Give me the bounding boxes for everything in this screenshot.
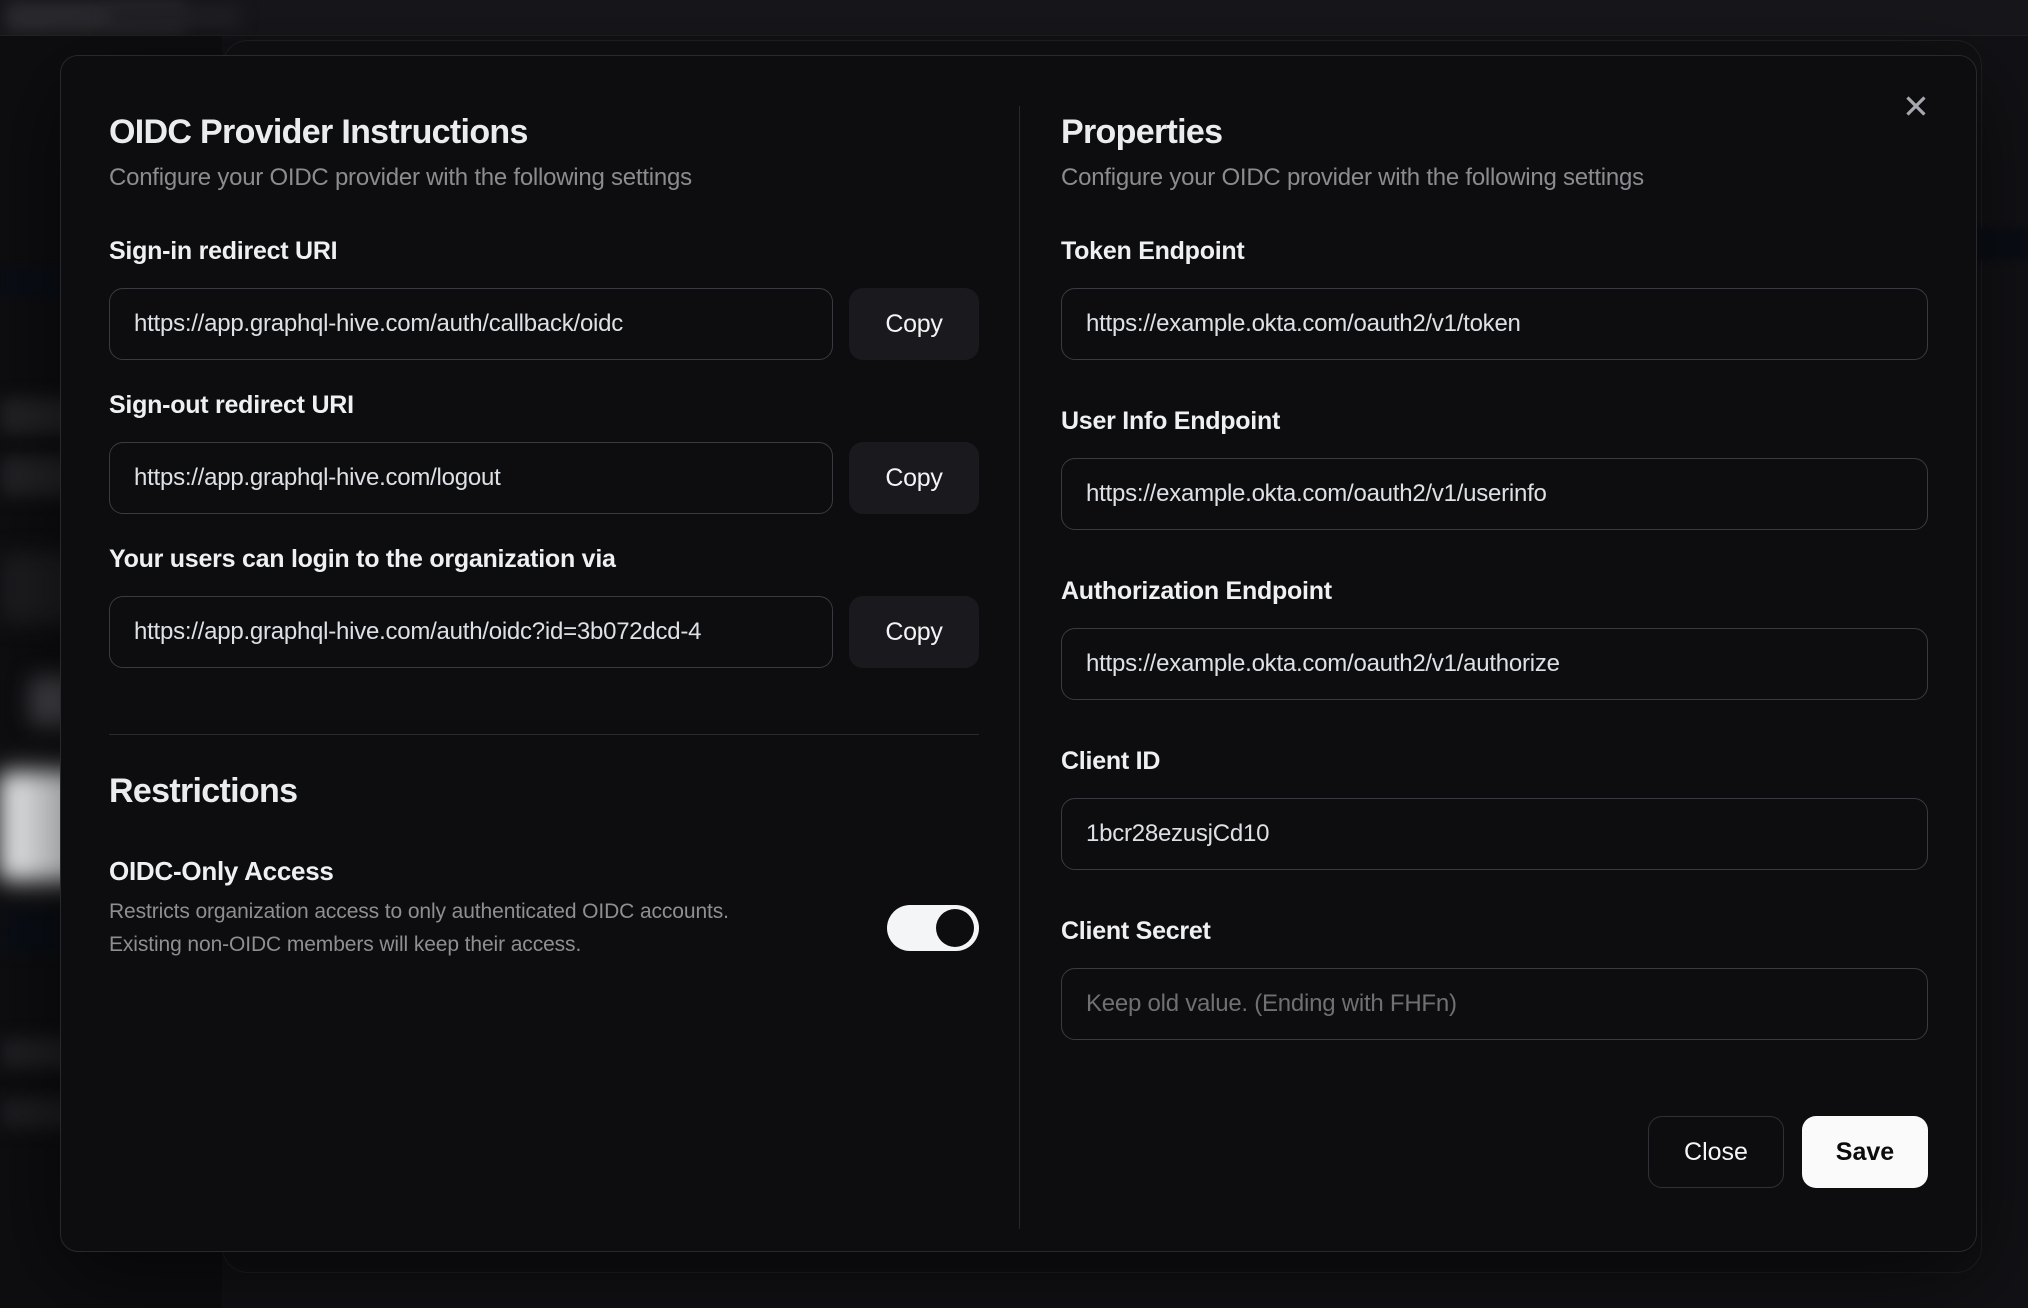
oidc-only-access-label: OIDC-Only Access [109,856,334,886]
oidc-only-access-description: Restricts organization access to only au… [109,900,729,956]
client-id-input[interactable] [1061,798,1928,870]
user-info-endpoint-field: User Info Endpoint [1061,406,1928,530]
toggle-thumb [936,909,974,947]
login-url-label: Your users can login to the organization… [109,545,616,573]
left-panel-subtitle: Configure your OIDC provider with the fo… [109,164,692,191]
sign-out-redirect-uri-input[interactable] [109,442,833,514]
left-panel-title: OIDC Provider Instructions [109,113,528,151]
column-divider [1019,106,1020,1229]
authorization-endpoint-input[interactable] [1061,628,1928,700]
oidc-instructions-panel: OIDC Provider Instructions Configure you… [109,56,979,961]
client-secret-input[interactable] [1061,968,1928,1040]
right-panel-title: Properties [1061,113,1223,151]
close-button[interactable]: Close [1648,1116,1784,1188]
oidc-only-access-toggle[interactable] [887,905,979,951]
oidc-settings-modal: ✕ OIDC Provider Instructions Configure y… [60,55,1977,1252]
token-endpoint-label: Token Endpoint [1061,237,1245,265]
right-panel-subtitle: Configure your OIDC provider with the fo… [1061,164,1644,191]
login-url-field: Your users can login to the organization… [109,544,979,668]
section-divider [109,734,979,735]
login-url-input[interactable] [109,596,833,668]
client-secret-field: Client Secret [1061,916,1928,1040]
sign-out-redirect-label: Sign-out redirect URI [109,391,354,419]
restrictions-title: Restrictions [109,772,298,810]
sign-in-redirect-label: Sign-in redirect URI [109,237,338,265]
user-info-endpoint-label: User Info Endpoint [1061,407,1281,435]
client-secret-label: Client Secret [1061,917,1211,945]
top-navbar [0,0,2028,36]
copy-sign-in-button[interactable]: Copy [849,288,979,360]
properties-panel: Properties Configure your OIDC provider … [1061,56,1928,1188]
authorization-endpoint-field: Authorization Endpoint [1061,576,1928,700]
token-endpoint-input[interactable] [1061,288,1928,360]
sign-in-redirect-uri-input[interactable] [109,288,833,360]
client-id-label: Client ID [1061,747,1161,775]
authorization-endpoint-label: Authorization Endpoint [1061,577,1332,605]
copy-sign-out-button[interactable]: Copy [849,442,979,514]
save-button[interactable]: Save [1802,1116,1928,1188]
oidc-only-access-row: OIDC-Only Access Restricts organization … [109,855,979,961]
copy-login-url-button[interactable]: Copy [849,596,979,668]
token-endpoint-field: Token Endpoint [1061,236,1928,360]
sign-out-redirect-field: Sign-out redirect URI Copy [109,390,979,514]
sign-in-redirect-field: Sign-in redirect URI Copy [109,236,979,360]
modal-actions: Close Save [1061,1116,1928,1188]
client-id-field: Client ID [1061,746,1928,870]
user-info-endpoint-input[interactable] [1061,458,1928,530]
navbar-item-blur [110,6,240,28]
